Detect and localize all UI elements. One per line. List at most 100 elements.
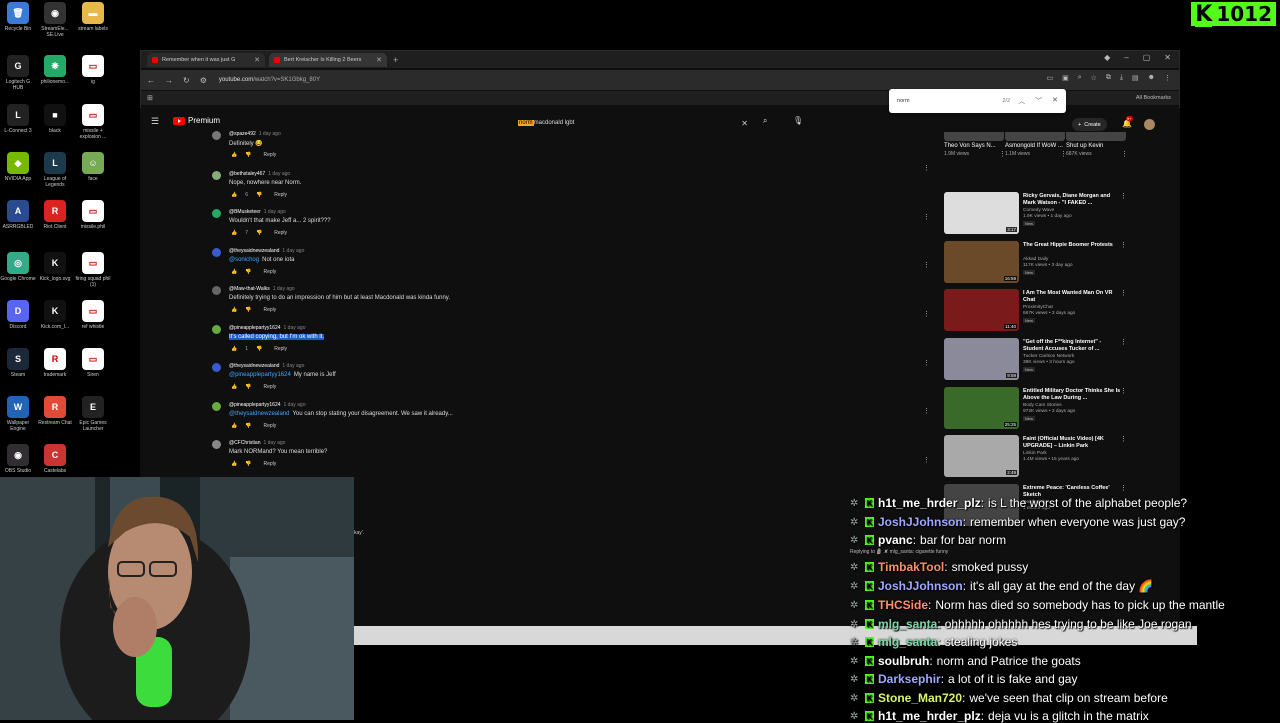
video-thumbnail[interactable]: 3:17	[944, 192, 1019, 234]
commenter-avatar[interactable]	[212, 248, 221, 257]
new-tab-button[interactable]: +	[393, 55, 398, 65]
desktop-icon[interactable]: Rtrademark	[37, 348, 73, 378]
desktop-icon[interactable]: ▭ firing squad phil (1)	[75, 252, 111, 288]
chat-username[interactable]: h1t_me_hrder_plz	[878, 709, 981, 723]
reply-button[interactable]: Reply	[263, 384, 276, 390]
recommended-video[interactable]: 11:40 I Am The Most Wanted Man On VR Chat…	[944, 289, 1134, 334]
commenter-avatar[interactable]	[212, 402, 221, 411]
comment-time[interactable]: 1 day ago	[273, 286, 295, 292]
comment-time[interactable]: 1 day ago	[284, 402, 306, 408]
desktop-icon[interactable]: ◎ Google Chrome	[0, 252, 36, 282]
comment-time[interactable]: 1 day ago	[259, 131, 281, 137]
like-icon[interactable]: 👍	[231, 307, 237, 313]
more-icon[interactable]: ⋮	[1120, 289, 1127, 297]
short-thumbnail[interactable]	[944, 132, 1004, 141]
desktop-icon[interactable]: ❋ philionemo...	[37, 55, 73, 85]
url-field[interactable]: youtube.com/watch?v=SK1Gbkg_80Y	[219, 77, 320, 83]
more-icon[interactable]: ⋮	[1120, 338, 1127, 346]
desktop-icon[interactable]: 🗑 Recycle Bin	[0, 2, 36, 32]
reply-button[interactable]: Reply	[263, 461, 276, 467]
like-icon[interactable]: 👍	[231, 384, 237, 390]
short-thumbnail[interactable]	[1066, 132, 1126, 141]
more-icon[interactable]: ⋮	[1120, 387, 1127, 395]
bookmark-star-icon[interactable]: ☆	[1091, 74, 1097, 82]
reply-button[interactable]: Reply	[263, 423, 276, 429]
dislike-icon[interactable]: 👎	[245, 269, 251, 275]
desktop-icon[interactable]: K Kick.com_l...	[37, 300, 73, 330]
recommended-video[interactable]: 2:49 Faint (Official Music Video) [4K UPG…	[944, 435, 1134, 480]
recommended-video[interactable]: 9:59 "Get off the F**king Internet" - Stu…	[944, 338, 1134, 383]
like-icon[interactable]: 👍	[231, 346, 237, 352]
desktop-icon[interactable]: D Discord	[0, 300, 36, 330]
desktop-icon[interactable]: R Restream Chat	[37, 396, 73, 426]
like-icon[interactable]: 👍	[231, 152, 237, 158]
video-channel[interactable]: Tucker Carlson Network	[1023, 354, 1074, 359]
desktop-icon[interactable]: C Castelabs	[37, 444, 73, 474]
create-button[interactable]: + Create	[1072, 118, 1107, 131]
comment-time[interactable]: 1 day ago	[268, 171, 290, 177]
reply-button[interactable]: Reply	[274, 230, 287, 236]
desktop-icon[interactable]: ◉ StreamEle... SE.Live	[37, 2, 73, 38]
chat-username[interactable]: TimbakTool	[878, 560, 944, 574]
more-icon[interactable]: ⋮	[1120, 484, 1127, 492]
account-avatar[interactable]	[1144, 119, 1155, 130]
desktop-icon[interactable]: ◆ NVIDIA App	[0, 152, 36, 182]
video-title[interactable]: I Am The Most Wanted Man On VR Chat	[1023, 290, 1123, 304]
more-icon[interactable]: ⋮	[1121, 150, 1128, 158]
dislike-icon[interactable]: 👎	[256, 346, 262, 352]
notifications-bell-icon[interactable]: 🔔 9+	[1122, 116, 1133, 128]
apps-icon[interactable]: ⊞	[147, 94, 153, 102]
left-more-icon[interactable]: ⋮	[923, 261, 930, 269]
commenter-avatar[interactable]	[212, 171, 221, 180]
extension-icon[interactable]: ◆	[1104, 53, 1110, 62]
comment-time[interactable]: 1 day ago	[282, 248, 304, 254]
comment-username[interactable]: @spaze492	[229, 131, 256, 137]
sidepanel-icon[interactable]: ▤	[1132, 74, 1139, 82]
commenter-avatar[interactable]	[212, 440, 221, 449]
chat-username[interactable]: JoshJJohnson	[878, 515, 963, 529]
more-icon[interactable]: ⋮	[1120, 435, 1127, 443]
desktop-icon[interactable]: ▭ ref whistle	[75, 300, 111, 330]
comment-mention[interactable]: @pineapplepartyy1624	[229, 372, 291, 378]
desktop-icon[interactable]: G Logitech G HUB	[0, 55, 36, 91]
desktop-icon[interactable]: ▭ missile + explosion ...	[75, 104, 111, 140]
youtube-logo[interactable]: Premium	[173, 116, 220, 125]
desktop-icon[interactable]: ▭ missile.phil	[75, 200, 111, 230]
reply-button[interactable]: Reply	[274, 346, 287, 352]
desktop-icon[interactable]: A ASRRGBLED	[0, 200, 36, 230]
reload-icon[interactable]: ↻	[183, 76, 190, 85]
desktop-icon[interactable]: ▭ Siren	[75, 348, 111, 378]
video-channel[interactable]: Body Cam Stories	[1023, 403, 1062, 408]
short-card[interactable]: Theo Von Says N... 1.9M views	[944, 132, 1004, 157]
tab-remember[interactable]: Remember when it was just G ✕	[147, 52, 265, 67]
browser-menu-icon[interactable]: ⋮	[1164, 74, 1171, 82]
like-icon[interactable]: 👍	[231, 461, 237, 467]
desktop-icon[interactable]: L L-Connect 3	[0, 104, 36, 134]
like-icon[interactable]: 👍	[231, 423, 237, 429]
find-previous-icon[interactable]: ︿	[1018, 96, 1025, 106]
dislike-icon[interactable]: 👎	[245, 384, 251, 390]
like-icon[interactable]: 👍	[231, 230, 237, 236]
short-card[interactable]: Asmongold If WoW ... 1.1M views	[1005, 132, 1065, 157]
commenter-avatar[interactable]	[212, 325, 221, 334]
reply-button[interactable]: Reply	[263, 307, 276, 313]
video-channel[interactable]: Linkin Park	[1023, 451, 1047, 456]
reply-button[interactable]: Reply	[263, 269, 276, 275]
video-channel[interactable]: Akkad Daily	[1023, 257, 1048, 262]
like-icon[interactable]: 👍	[231, 192, 237, 198]
comment-time[interactable]: 1 day ago	[282, 363, 304, 369]
desktop-icon[interactable]: K Kick_logo.svg	[37, 252, 73, 282]
minimize-icon[interactable]: –	[1124, 53, 1128, 62]
video-thumbnail[interactable]: 2:49	[944, 435, 1019, 477]
comment-mention[interactable]: @theysaidnewzealand	[229, 411, 289, 417]
desktop-icon[interactable]: W Wallpaper Engine	[0, 396, 36, 432]
video-title[interactable]: Ricky Gervais, Diane Morgan and Mark Wat…	[1023, 193, 1123, 207]
dislike-icon[interactable]: 👎	[245, 152, 251, 158]
chat-username[interactable]: h1t_me_hrder_plz	[878, 496, 981, 510]
desktop-icon[interactable]: E Epic Games Launcher	[75, 396, 111, 432]
video-thumbnail[interactable]: 11:40	[944, 289, 1019, 331]
site-info-icon[interactable]: ⚙	[200, 76, 207, 85]
left-more-icon[interactable]: ⋮	[923, 310, 930, 318]
comment-username[interactable]: @bethstaley467	[229, 171, 265, 177]
download-icon[interactable]: ⤓	[1120, 74, 1123, 82]
